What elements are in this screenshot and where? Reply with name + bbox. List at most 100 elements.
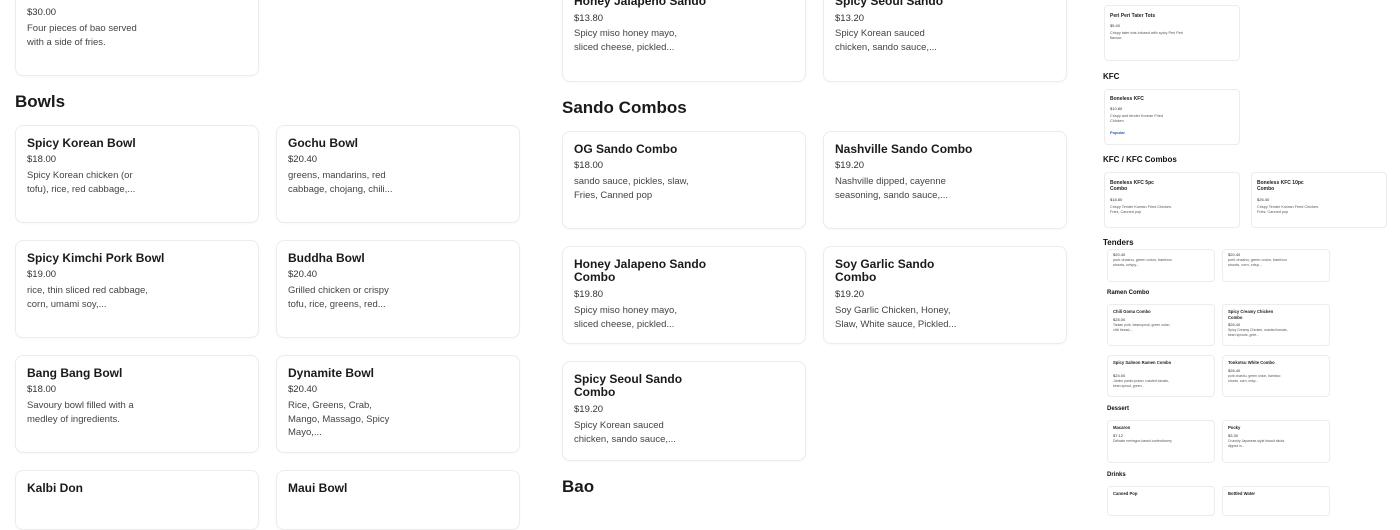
menu-item-card[interactable]: $20.40 pork chashu, green onion, bamboo …	[1222, 249, 1330, 282]
section-title-sando-combos: Sando Combos	[562, 98, 687, 117]
item-description: Crispy Tender Korean Fried Chicken. Frie…	[1257, 205, 1320, 214]
item-description: Spicy Korean sauced chicken, sando sauce…	[574, 420, 676, 445]
item-price: $19.80	[574, 289, 604, 300]
item-price: $10.80	[1110, 106, 1123, 111]
menu-item-card[interactable]: Boneless KFC 10pc Combo $26.40 Crispy Te…	[1251, 172, 1387, 228]
item-price: $7.12	[1113, 433, 1124, 438]
section-title-drinks: Drinks	[1107, 472, 1126, 478]
item-description: pork chashu, green onion, bamboo shoots,…	[1113, 258, 1172, 267]
item-price: $20.40	[288, 269, 318, 280]
section-title-tenders: Tenders	[1103, 238, 1134, 247]
item-name: Kalbi Don	[27, 481, 83, 495]
menu-item-card[interactable]: Spicy Creamy Chicken Combo $26.40 Spicy …	[1222, 304, 1330, 346]
item-name: Pocky	[1228, 425, 1241, 430]
menu-item-card[interactable]: Gochu Bowl $20.40 greens, mandarins, red…	[276, 125, 520, 223]
menu-item-card[interactable]: Boneless KFC $10.80 Crispy and tender Ko…	[1104, 89, 1240, 145]
item-description: Spicy Korean sauced chicken, sando sauce…	[835, 28, 937, 53]
item-name: Boneless KFC	[1110, 96, 1144, 102]
item-description: Crispy tater tots infused with spicy Per…	[1110, 31, 1184, 40]
item-price: $13.80	[574, 13, 604, 24]
item-name: Gochu Bowl	[288, 136, 358, 150]
item-description: Jumbo panko prawn, roasted tomato, bean …	[1113, 379, 1169, 388]
item-description: Spicy miso honey mayo, sliced cheese, pi…	[574, 28, 677, 53]
item-name: Spicy Seoul Sando	[835, 0, 944, 8]
item-description: Delicate meringue-based confectionery	[1113, 439, 1172, 443]
item-name: Maui Bowl	[288, 481, 348, 495]
menu-item-card[interactable]: Buddha Bowl $20.40 Grilled chicken or cr…	[276, 240, 520, 338]
item-name: Macaron	[1113, 425, 1131, 430]
item-price: $26.40	[1228, 368, 1241, 373]
section-title-dessert: Dessert	[1107, 406, 1130, 412]
item-name: Boneless KFC 5pc Combo	[1110, 180, 1154, 192]
item-price: $26.40	[1257, 197, 1270, 202]
menu-item-card[interactable]: Honey Jalapeno Sando Combo $19.80 Spicy …	[562, 246, 806, 344]
item-price: $18.00	[27, 154, 57, 165]
menu-item-card[interactable]: Macaron $7.12 Delicate meringue-based co…	[1107, 420, 1215, 463]
item-description: Grilled chicken or crispy tofu, rice, gr…	[288, 285, 389, 310]
menu-item-card[interactable]: $20.40 pork chashu, green onion, bamboo …	[1107, 249, 1215, 282]
item-description: Four pieces of bao served with a side of…	[27, 23, 137, 48]
menu-item-card[interactable]: Dynamite Bowl $20.40 Rice, Greens, Crab,…	[276, 355, 520, 453]
item-price: $5.40	[1110, 23, 1121, 28]
menu-item-card[interactable]: Peri Peri Tater Tots $5.40 Crispy tater …	[1104, 5, 1240, 61]
item-description: greens, mandarins, red cabbage, chojang,…	[288, 170, 393, 195]
item-description: Crunchy Japanese-style biscuit sticks di…	[1228, 439, 1285, 448]
item-name: Honey Jalapeno Sando Combo	[574, 257, 707, 284]
item-name: Spicy Kimchi Pork Bowl	[27, 251, 165, 265]
item-description: Spicy Creamy Chicken, roasted tomato, be…	[1228, 328, 1288, 337]
menu-item-card[interactable]: Bang Bang Bowl $18.00 Savoury bowl fille…	[15, 355, 259, 453]
item-name: Bottled Water	[1228, 491, 1256, 496]
menu-item-card[interactable]: Honey Jalapeno Sando $13.80 Spicy miso h…	[562, 0, 806, 82]
menu-item-card[interactable]: Chili Goma Combo $25.00 Tantan pork, bea…	[1107, 304, 1215, 346]
item-name: Tonkotsu White Combo	[1228, 360, 1275, 365]
item-price: $18.00	[27, 384, 57, 395]
item-name: OG Sando Combo	[574, 142, 678, 156]
menu-item-card[interactable]: Kalbi Don	[15, 470, 259, 530]
item-name: Honey Jalapeno Sando	[574, 0, 707, 8]
menu-item-card[interactable]: Spicy Korean Bowl $18.00 Spicy Korean ch…	[15, 125, 259, 223]
item-description: Spicy Korean chicken (or tofu), rice, re…	[27, 170, 136, 195]
menu-item-card[interactable]: Pocky $3.30 Crunchy Japanese-style biscu…	[1222, 420, 1330, 463]
menu-item-card[interactable]: Boneless KFC 5pc Combo $18.80 Crispy Ten…	[1104, 172, 1240, 228]
item-price: $13.20	[835, 13, 865, 24]
menu-item-card[interactable]: $30.00 Four pieces of bao served with a …	[15, 0, 259, 76]
menu-item-card[interactable]: Maui Bowl	[276, 470, 520, 530]
item-name: Bang Bang Bowl	[27, 366, 123, 380]
section-title-kfc: KFC	[1103, 72, 1120, 81]
item-description: Crispy Tender Korean Fried Chicken. Frie…	[1110, 205, 1173, 214]
popular-badge: Popular	[1110, 130, 1125, 135]
section-title-bowls: Bowls	[15, 92, 66, 111]
menu-item-card[interactable]: Spicy Salmon Ramen Combo $24.00 Jumbo pa…	[1107, 355, 1215, 397]
item-price: $19.20	[835, 160, 865, 171]
menu-item-card[interactable]: Spicy Kimchi Pork Bowl $19.00 rice, thin…	[15, 240, 259, 338]
menu-item-card[interactable]: Spicy Seoul Sando Combo $19.20 Spicy Kor…	[562, 361, 806, 461]
item-name: Nashville Sando Combo	[835, 142, 973, 156]
menu-item-card[interactable]: Canned Pop	[1107, 486, 1215, 516]
item-description: Crispy and tender Korean Fried Chicken	[1110, 114, 1163, 123]
menu-item-card[interactable]: Soy Garlic Sando Combo $19.20 Soy Garlic…	[823, 246, 1067, 344]
item-name: Boneless KFC 10pc Combo	[1257, 180, 1304, 192]
menu-item-card[interactable]: Nashville Sando Combo $19.20 Nashville d…	[823, 131, 1067, 229]
section-title-kfc-combos: KFC / KFC Combos	[1103, 155, 1177, 164]
item-price: $26.40	[1228, 322, 1241, 327]
item-description: Soy Garlic Chicken, Honey, Slaw, White s…	[835, 305, 957, 330]
item-price: $19.20	[574, 404, 604, 415]
item-name: Peri Peri Tater Tots	[1110, 13, 1156, 19]
item-name: Spicy Creamy Chicken Combo	[1228, 309, 1274, 320]
item-description: rice, thin sliced red cabbage, corn, uma…	[27, 285, 148, 310]
item-price: $20.40	[1228, 252, 1241, 257]
item-price: $19.20	[835, 289, 865, 300]
item-name: Spicy Korean Bowl	[27, 136, 136, 150]
item-price: $19.00	[27, 269, 57, 280]
menu-item-card[interactable]: OG Sando Combo $18.00 sando sauce, pickl…	[562, 131, 806, 229]
item-price: $3.30	[1228, 433, 1239, 438]
item-description: Tantan pork, beansprout, green onion, ch…	[1113, 323, 1171, 332]
item-description: Spicy miso honey mayo, sliced cheese, pi…	[574, 305, 677, 330]
menu-item-card[interactable]: Spicy Seoul Sando $13.20 Spicy Korean sa…	[823, 0, 1067, 82]
item-name: Soy Garlic Sando Combo	[835, 257, 935, 284]
item-price: $30.00	[27, 7, 57, 18]
item-price: $20.40	[288, 384, 318, 395]
item-description: Nashville dipped, cayenne seasoning, san…	[835, 176, 949, 201]
menu-item-card[interactable]: Bottled Water	[1222, 486, 1330, 516]
menu-item-card[interactable]: Tonkotsu White Combo $26.40 pork chashu,…	[1222, 355, 1330, 397]
